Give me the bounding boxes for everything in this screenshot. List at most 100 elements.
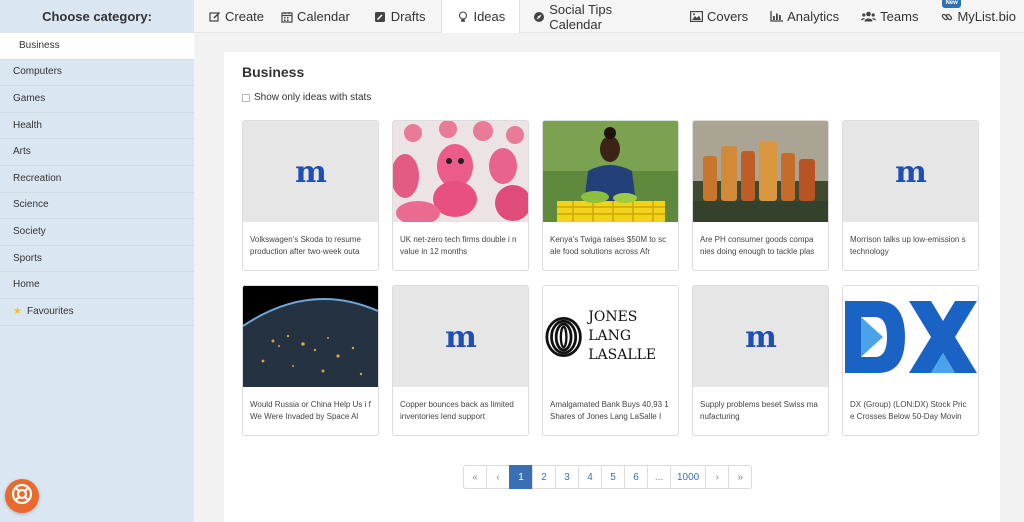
help-lifebuoy-button[interactable] [5,479,39,513]
card-thumbnail: m [393,286,528,387]
nav-social-tips-calendar[interactable]: Social Tips Calendar [524,0,676,33]
card-thumbnail: m [243,121,378,222]
idea-card[interactable]: UK net-zero tech firms double i n value … [392,120,529,271]
users-icon [861,10,877,23]
lightbulb-icon [456,10,469,23]
page-2-button[interactable]: 2 [532,465,556,489]
nav-drafts[interactable]: Drafts [366,0,434,33]
svg-text:m: m [895,158,927,186]
stats-only-label: Show only ideas with stats [254,92,372,103]
card-caption: Copper bounces back as limited inventori… [400,400,514,421]
page-ellipsis: ... [647,465,671,489]
card-thumbnail [693,121,828,222]
svg-text:m: m [445,323,477,351]
drafts-icon [374,10,387,23]
card-thumbnail [543,121,678,222]
sidebar-item-label: Home [13,279,40,291]
svg-text:m: m [295,158,327,186]
sidebar-item-computers[interactable]: Computers [0,60,194,87]
page-4-button[interactable]: 4 [578,465,602,489]
card-thumbnail: m [843,121,978,222]
nav-mylist-bio[interactable]: New MyList.bio [932,0,1024,33]
sidebar-item-label: Sports [13,252,42,264]
card-thumbnail: m [693,286,828,387]
nav-calendar-label: Calendar [297,9,350,24]
category-sidebar: Business Computers Games Health Arts Rec… [0,33,194,522]
idea-card[interactable]: Would Russia or China Help Us i f We Wer… [242,285,379,436]
card-thumbnail [243,286,378,387]
idea-card[interactable]: DX (Group) (LON:DX) Stock Pric e Crosses… [842,285,979,436]
nav-analytics[interactable]: Analytics [762,0,847,33]
earth-night-image [243,286,378,387]
calendar-icon [280,10,293,23]
jll-logo-line1: JONES LANG [588,309,638,344]
star-icon: ★ [13,305,22,317]
bar-chart-icon [770,10,784,23]
sidebar-item-recreation[interactable]: Recreation [0,166,194,193]
card-caption: Volkswagen's Skoda to resume production … [250,235,361,256]
link-icon [940,10,953,23]
sidebar-item-arts[interactable]: Arts [0,139,194,166]
card-caption: Morrison talks up low-emission s technol… [850,235,966,256]
nav-calendar[interactable]: Calendar [272,0,358,33]
sidebar-item-home[interactable]: Home [0,272,194,299]
nav-ideas[interactable]: Ideas [441,0,521,33]
last-page-button[interactable]: » [728,465,753,489]
edit-icon [208,10,221,23]
m-logo-icon: m [295,158,327,186]
page-3-button[interactable]: 3 [555,465,579,489]
nav-ideas-label: Ideas [473,9,506,24]
jll-rings-icon [545,316,582,357]
page-5-button[interactable]: 5 [601,465,625,489]
page-1-button[interactable]: 1 [509,465,533,489]
woman-crate-image [543,121,678,222]
card-thumbnail: JONES LANG LASALLE [543,286,678,387]
bottles-image [693,121,828,222]
sidebar-item-business[interactable]: Business [0,33,194,60]
sidebar-item-label: Recreation [13,172,62,184]
sidebar-item-favourites[interactable]: ★ Favourites [0,299,194,326]
idea-card[interactable]: m Supply problems beset Swiss ma nufactu… [692,285,829,436]
idea-card[interactable]: m Morrison talks up low-emission s techn… [842,120,979,271]
page-6-button[interactable]: 6 [624,465,648,489]
sidebar-item-health[interactable]: Health [0,113,194,140]
sidebar-item-label: Business [19,39,60,51]
image-icon [689,10,703,23]
nav-covers[interactable]: Covers [682,0,756,33]
card-thumbnail [393,121,528,222]
nav-analytics-label: Analytics [787,9,840,24]
sidebar-item-society[interactable]: Society [0,219,194,246]
card-caption: DX (Group) (LON:DX) Stock Pric e Crosses… [850,400,967,421]
nav-covers-label: Covers [706,9,749,24]
nav-mylist-label: MyList.bio [957,9,1016,24]
compass-icon [532,10,545,23]
nav-create-label: Create [225,9,265,24]
card-caption: Amalgamated Bank Buys 40,93 1 Shares of … [550,400,669,421]
main-nav: Create Calendar Drafts Ideas Social Tips… [194,0,1024,33]
card-caption: Kenya's Twiga raises $50M to sc ale food… [550,235,667,256]
sidebar-item-label: Science [13,199,49,211]
card-caption: Are PH consumer goods compa nies doing e… [700,235,815,256]
jll-logo-line2: LASALLE [588,347,657,363]
idea-card[interactable]: m Copper bounces back as limited invento… [392,285,529,436]
idea-card[interactable]: m Volkswagen's Skoda to resume productio… [242,120,379,271]
pink-toys-image [393,121,528,222]
stats-only-checkbox[interactable] [242,93,250,102]
idea-card[interactable]: JONES LANG LASALLE Amalgamated Bank Buys… [542,285,679,436]
idea-card[interactable]: Kenya's Twiga raises $50M to sc ale food… [542,120,679,271]
lifebuoy-icon [11,483,33,510]
sidebar-item-label: Games [13,92,46,104]
sidebar-item-label: Society [13,225,46,237]
first-page-button[interactable]: « [463,465,487,489]
next-page-button[interactable]: › [705,465,730,489]
nav-teams-label: Teams [880,9,919,24]
sidebar-item-science[interactable]: Science [0,193,194,220]
sidebar-item-sports[interactable]: Sports [0,246,194,273]
sidebar-item-label: Health [13,119,42,131]
idea-card[interactable]: Are PH consumer goods compa nies doing e… [692,120,829,271]
nav-teams[interactable]: Teams [853,0,926,33]
prev-page-button[interactable]: ‹ [486,465,510,489]
sidebar-item-games[interactable]: Games [0,86,194,113]
page-1000-button[interactable]: 1000 [670,465,707,489]
nav-create[interactable]: Create [200,0,272,33]
